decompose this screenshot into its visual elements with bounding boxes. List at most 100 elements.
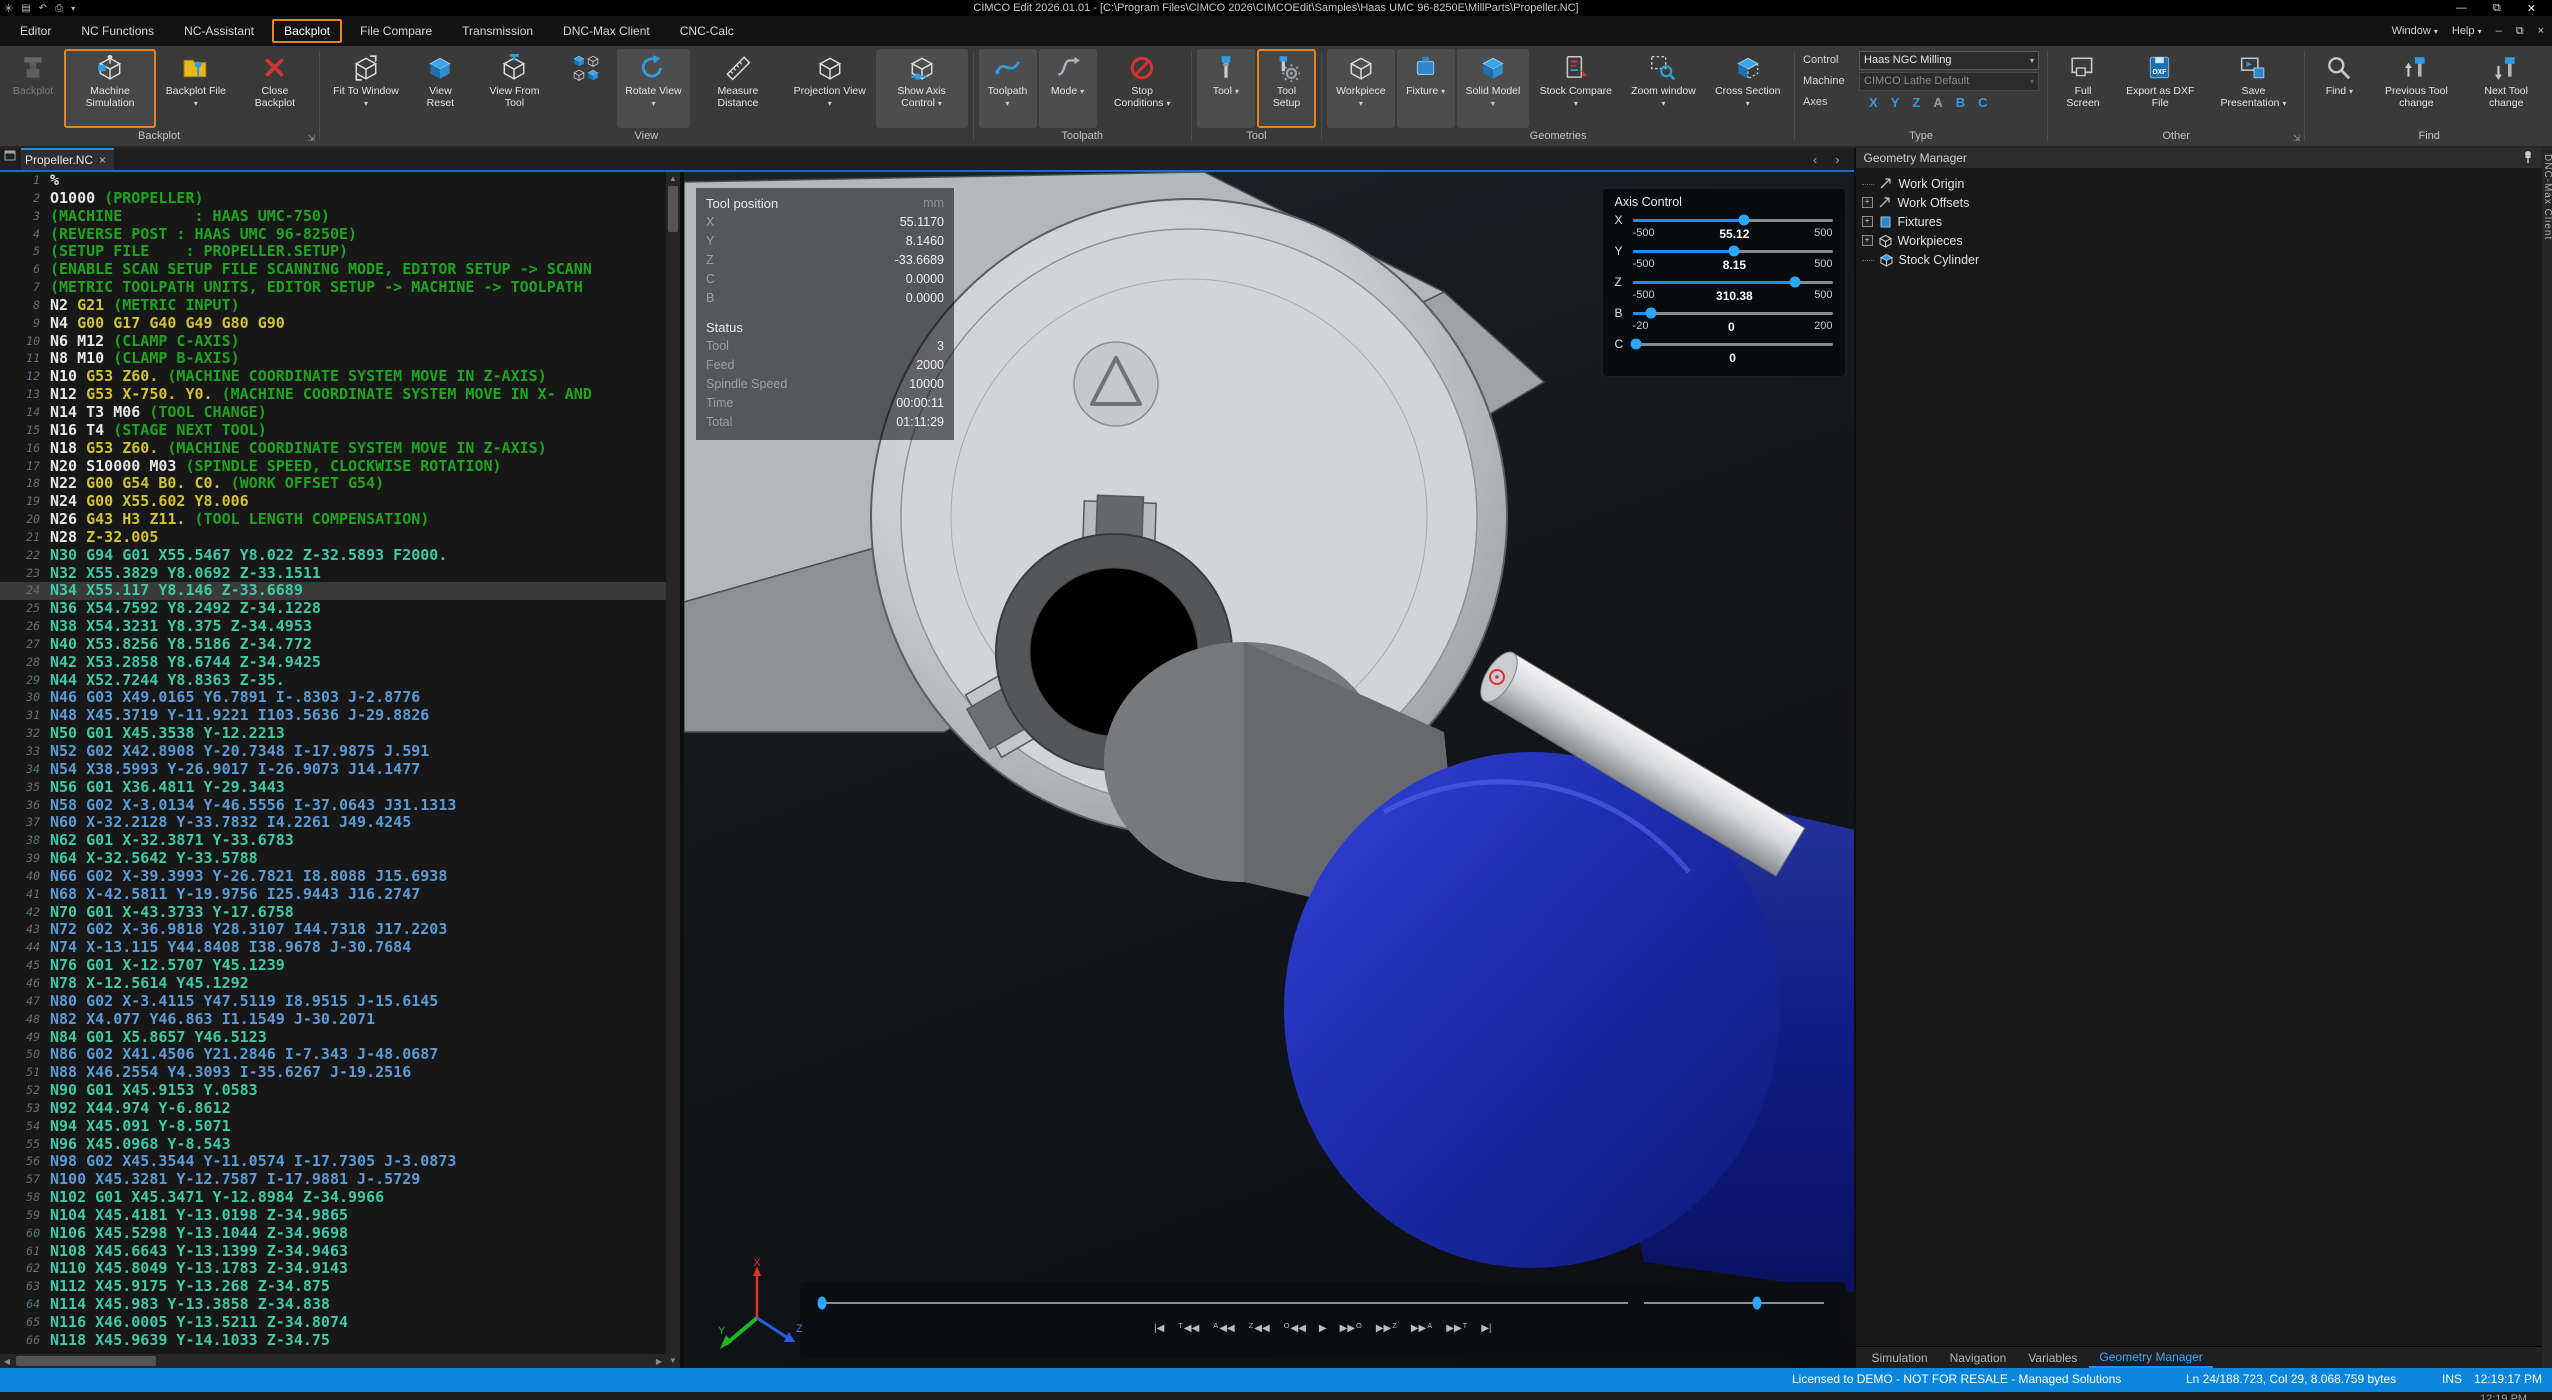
code-line[interactable]: 5(SETUP FILE : PROPELLER.SETUP) xyxy=(0,243,666,261)
code-line[interactable]: 45N76 G01 X-12.5707 Y45.1239 xyxy=(0,957,666,975)
ribbon-button-solid-model[interactable]: Solid Model ▾ xyxy=(1457,49,1530,128)
code-line[interactable]: 66N118 X45.9639 Y-14.1033 Z-34.75 xyxy=(0,1332,666,1350)
code-line[interactable]: 3(MACHINE : HAAS UMC-750) xyxy=(0,208,666,226)
ribbon-button-previous-tool-change[interactable]: Previous Tool change xyxy=(2370,49,2462,128)
playback-skip-end-button[interactable]: ▶| xyxy=(1481,1322,1491,1336)
menu-window[interactable]: Window ▾ xyxy=(2392,25,2438,37)
ribbon-button-view-from-tool[interactable]: View From Tool xyxy=(474,49,555,128)
code-line[interactable]: 12N10 G53 Z60. (MACHINE COORDINATE SYSTE… xyxy=(0,368,666,386)
code-line[interactable]: 28N42 X53.2858 Y8.6744 Z-34.9425 xyxy=(0,654,666,672)
code-line[interactable]: 23N32 X55.3829 Y8.0692 Z-33.1511 xyxy=(0,565,666,583)
ribbon-button-close-backplot[interactable]: Close Backplot xyxy=(236,49,314,128)
doc-close-button[interactable]: × xyxy=(2538,25,2544,37)
code-line[interactable]: 15N16 T4 (STAGE NEXT TOOL) xyxy=(0,422,666,440)
menu-item-editor[interactable]: Editor xyxy=(8,19,63,43)
code-line[interactable]: 25N36 X54.7592 Y8.2492 Z-34.1228 xyxy=(0,600,666,618)
code-line[interactable]: 36N58 G02 X-3.0134 Y-46.5556 I-37.0643 J… xyxy=(0,797,666,815)
axis-slider-track[interactable] xyxy=(1633,343,1833,346)
code-line[interactable]: 8N2 G21 (METRIC INPUT) xyxy=(0,297,666,315)
scroll-up-icon[interactable]: ▲ xyxy=(669,172,677,186)
ribbon-button-fit-to-window[interactable]: Fit To Window ▾ xyxy=(325,49,407,128)
ribbon-button-machine-simulation[interactable]: Machine Simulation xyxy=(64,49,156,128)
code-line[interactable]: 13N12 G53 X-750. Y0. (MACHINE COORDINATE… xyxy=(0,386,666,404)
code-line[interactable]: 14N14 T3 M06 (TOOL CHANGE) xyxy=(0,404,666,422)
scroll-left-icon[interactable]: ◀ xyxy=(0,1357,14,1366)
ribbon-button-cross-section[interactable]: Cross Section ▾ xyxy=(1706,49,1789,128)
code-line[interactable]: 22N30 G94 G01 X55.5467 Y8.022 Z-32.5893 … xyxy=(0,547,666,565)
scroll-down-icon[interactable]: ▼ xyxy=(669,1354,677,1368)
scroll-right-icon[interactable]: ▶ xyxy=(652,1357,666,1366)
code-line[interactable]: 2O1000 (PROPELLER) xyxy=(0,190,666,208)
code-line[interactable]: 59N104 X45.4181 Y-13.0198 Z-34.9865 xyxy=(0,1207,666,1225)
current-line[interactable]: 24N34 X55.117 Y8.146 Z-33.6689 xyxy=(0,582,666,600)
ribbon-button-stock-compare[interactable]: Stock Compare ▾ xyxy=(1531,49,1620,128)
ribbon-button-measure-distance[interactable]: Measure Distance xyxy=(692,49,784,128)
ribbon-button-workpiece[interactable]: Workpiece ▾ xyxy=(1327,49,1394,128)
code-line[interactable]: 38N62 G01 X-32.3871 Y-33.6783 xyxy=(0,832,666,850)
playback-prev-toolchange-button[interactable]: T◀◀ xyxy=(1177,1322,1199,1336)
control-select[interactable]: Haas NGC Milling▾ xyxy=(1859,51,2039,70)
code-line[interactable]: 44N74 X-13.115 Y44.8408 I38.9678 J-30.76… xyxy=(0,939,666,957)
expand-icon[interactable]: + xyxy=(1862,216,1873,227)
code-line[interactable]: 56N98 G02 X45.3544 Y-11.0574 I-17.7305 J… xyxy=(0,1153,666,1171)
playback-next-arc-button[interactable]: ▶▶A xyxy=(1411,1322,1433,1336)
code-line[interactable]: 61N108 X45.6643 Y-13.1399 Z-34.9463 xyxy=(0,1243,666,1261)
vscroll-thumb[interactable] xyxy=(668,186,678,232)
ribbon-button-rotate-view[interactable]: Rotate View ▾ xyxy=(617,49,690,128)
menu-item-cnc-calc[interactable]: CNC-Calc xyxy=(668,19,746,43)
axis-letter-b[interactable]: B xyxy=(1956,95,1965,110)
panel-tab-geometry-manager[interactable]: Geometry Manager xyxy=(2089,1347,2212,1368)
code-line[interactable]: 9N4 G00 G17 G40 G49 G80 G90 xyxy=(0,315,666,333)
code-line[interactable]: 27N40 X53.8256 Y8.5186 Z-34.772 xyxy=(0,636,666,654)
code-line[interactable]: 35N56 G01 X36.4811 Y-29.3443 xyxy=(0,779,666,797)
code-line[interactable]: 43N72 G02 X-36.9818 Y28.3107 I44.7318 J1… xyxy=(0,921,666,939)
axis-slider-thumb[interactable] xyxy=(1738,215,1749,226)
tab-scroll-right-icon[interactable]: › xyxy=(1835,152,1839,167)
axis-slider-track[interactable] xyxy=(1633,281,1833,284)
ribbon-button-export-as-dxf-file[interactable]: DXFExport as DXF File xyxy=(2115,49,2205,128)
speed-slider[interactable] xyxy=(1644,1302,1824,1304)
code-line[interactable]: 11N8 M10 (CLAMP B-AXIS) xyxy=(0,350,666,368)
ribbon-button-tool-setup[interactable]: Tool Setup xyxy=(1257,49,1316,128)
code-line[interactable]: 42N70 G01 X-43.3733 Y-17.6758 xyxy=(0,904,666,922)
panel-tab-variables[interactable]: Variables xyxy=(2018,1347,2087,1368)
code-line[interactable]: 30N46 G03 X49.0165 Y6.7891 I-.8303 J-2.8… xyxy=(0,689,666,707)
print-icon[interactable]: ⎙ xyxy=(55,3,63,14)
code-line[interactable]: 47N80 G02 X-3.4115 Y47.5119 I8.9515 J-15… xyxy=(0,993,666,1011)
code-line[interactable]: 19N24 G00 X55.602 Y8.006 xyxy=(0,493,666,511)
menu-item-transmission[interactable]: Transmission xyxy=(450,19,545,43)
axis-letter-a[interactable]: A xyxy=(1933,95,1942,110)
axis-slider-thumb[interactable] xyxy=(1630,339,1641,350)
code-line[interactable]: 50N86 G02 X41.4506 Y21.2846 I-7.343 J-48… xyxy=(0,1046,666,1064)
minimize-button[interactable]: — xyxy=(2456,2,2467,15)
menu-item-backplot[interactable]: Backplot xyxy=(272,19,342,43)
ribbon-button-view-reset[interactable]: View Reset xyxy=(409,49,472,128)
code-line[interactable]: 65N116 X46.0005 Y-13.5211 Z-34.8074 xyxy=(0,1314,666,1332)
axis-letter-z[interactable]: Z xyxy=(1912,95,1920,110)
menu-item-dnc-max-client[interactable]: DNC-Max Client xyxy=(551,19,662,43)
code-line[interactable]: 20N26 G43 H3 Z11. (TOOL LENGTH COMPENSAT… xyxy=(0,511,666,529)
progress-slider[interactable] xyxy=(818,1302,1628,1304)
menu-item-nc-functions[interactable]: NC Functions xyxy=(69,19,166,43)
axis-slider-thumb[interactable] xyxy=(1645,308,1656,319)
playback-prev-arc-button[interactable]: A◀◀ xyxy=(1212,1322,1234,1336)
axis-letter-c[interactable]: C xyxy=(1978,95,1987,110)
playback-next-z-button[interactable]: ▶▶Z xyxy=(1376,1322,1398,1336)
code-line[interactable]: 37N60 X-32.2128 Y-33.7832 I4.2261 J49.42… xyxy=(0,814,666,832)
code-line[interactable]: 4(REVERSE POST : HAAS UMC 96-8250E) xyxy=(0,226,666,244)
playback-next-toolchange-button[interactable]: ▶▶T xyxy=(1446,1322,1468,1336)
restore-button[interactable]: ⧉ xyxy=(2493,2,2501,15)
ribbon-button-find[interactable]: Find ▾ xyxy=(2310,49,2368,128)
code-line[interactable]: 40N66 G02 X-39.3993 Y-26.7821 I8.8088 J1… xyxy=(0,868,666,886)
tree-item-stock-cylinder[interactable]: Stock Cylinder xyxy=(1862,250,2542,269)
axis-slider-thumb[interactable] xyxy=(1729,246,1740,257)
code-line[interactable]: 48N82 X4.077 Y46.863 I1.1549 J-30.2071 xyxy=(0,1011,666,1029)
code-line[interactable]: 18N22 G00 G54 B0. C0. (WORK OFFSET G54) xyxy=(0,475,666,493)
pin-icon[interactable] xyxy=(2522,150,2534,167)
code-line[interactable]: 52N90 G01 X45.9153 Y.0583 xyxy=(0,1082,666,1100)
playback-skip-start-button[interactable]: |◀ xyxy=(1154,1322,1164,1336)
ribbon-button-backplot-file[interactable]: Backplot File ▾ xyxy=(158,49,234,128)
code-line[interactable]: 32N50 G01 X45.3538 Y-12.2213 xyxy=(0,725,666,743)
panel-tab-navigation[interactable]: Navigation xyxy=(1940,1347,2017,1368)
close-button[interactable]: ✕ xyxy=(2527,2,2536,15)
